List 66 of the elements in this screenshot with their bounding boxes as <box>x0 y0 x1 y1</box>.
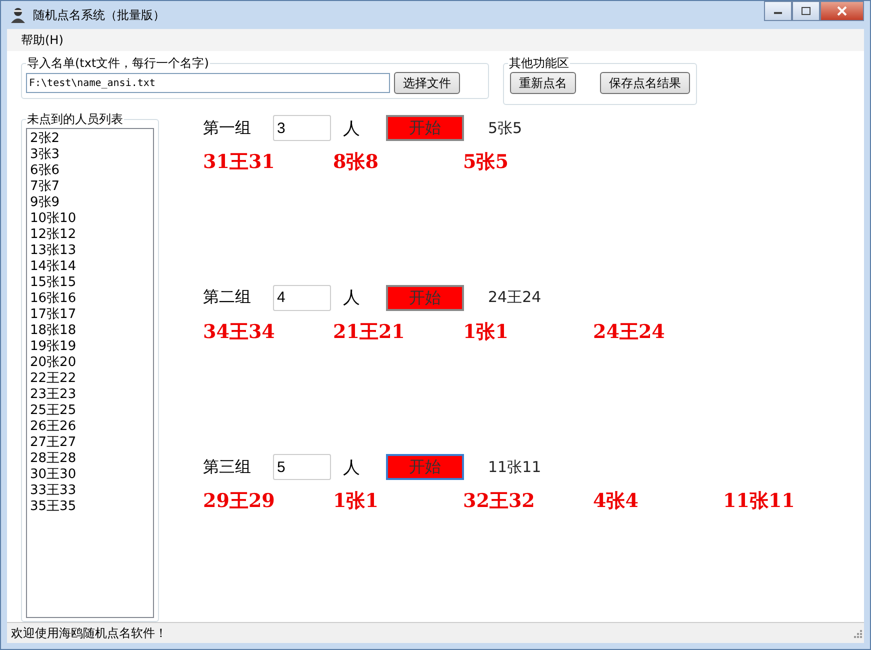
picked-name: 34王34 <box>203 320 276 345</box>
picked-name: 11张11 <box>723 489 796 514</box>
list-item[interactable]: 3张3 <box>30 147 150 163</box>
file-path-field[interactable]: F:\test\name_ansi.txt <box>26 73 390 93</box>
function-button[interactable]: 保存点名结果 <box>600 72 690 94</box>
function-button[interactable]: 重新点名 <box>510 72 576 94</box>
group-legend: 导入名单(txt文件，每行一个名字) <box>26 55 210 72</box>
choose-file-button[interactable]: 选择文件 <box>394 72 460 94</box>
list-item[interactable]: 20张20 <box>30 355 150 371</box>
list-item[interactable]: 15张15 <box>30 275 150 291</box>
maximize-button[interactable] <box>792 1 820 21</box>
list-item[interactable]: 18张18 <box>30 323 150 339</box>
menu-item[interactable]: 帮助(H) <box>15 32 70 48</box>
close-icon <box>836 6 848 16</box>
list-item[interactable]: 27王27 <box>30 435 150 451</box>
picked-name: 8张8 <box>333 150 380 175</box>
picked-name: 21王21 <box>333 320 406 345</box>
count-field[interactable]: 3 <box>273 115 331 141</box>
picked-name: 32王32 <box>463 489 536 514</box>
current-name: 24王24 <box>488 288 542 308</box>
list-item[interactable]: 14张14 <box>30 259 150 275</box>
list-item[interactable]: 2张2 <box>30 131 150 147</box>
list-item[interactable]: 30王30 <box>30 467 150 483</box>
group-label: 第三组 <box>203 456 252 478</box>
list-item[interactable]: 25王25 <box>30 403 150 419</box>
group-legend: 未点到的人员列表 <box>26 111 124 128</box>
close-button[interactable] <box>820 1 864 21</box>
picked-name: 29王29 <box>203 489 276 514</box>
list-item[interactable]: 12张12 <box>30 227 150 243</box>
list-item[interactable]: 28王28 <box>30 451 150 467</box>
picked-name: 31王31 <box>203 150 276 175</box>
list-item[interactable]: 6张6 <box>30 163 150 179</box>
unit-label: 人 <box>343 287 360 310</box>
window-title: 随机点名系统（批量版） <box>33 6 165 24</box>
list-item[interactable]: 7张7 <box>30 179 150 195</box>
status-text: 欢迎使用海鸥随机点名软件！ <box>11 624 167 642</box>
group-label: 第一组 <box>203 118 252 138</box>
list-item[interactable]: 19张19 <box>30 339 150 355</box>
picked-name: 4张4 <box>593 489 640 514</box>
list-item[interactable]: 9张9 <box>30 195 150 211</box>
unit-label: 人 <box>343 118 360 140</box>
picked-name: 24王24 <box>593 320 666 345</box>
current-name: 5张5 <box>488 118 522 138</box>
list-item[interactable]: 13张13 <box>30 243 150 259</box>
unit-label: 人 <box>343 456 360 479</box>
list-item[interactable]: 35王35 <box>30 499 150 515</box>
person-icon <box>9 6 27 24</box>
list-item[interactable]: 22王22 <box>30 371 150 387</box>
list-item[interactable]: 26王26 <box>30 419 150 435</box>
minimize-button[interactable] <box>764 1 792 21</box>
resize-grip-icon <box>852 628 862 638</box>
name-listbox[interactable]: 2张2 3张3 6张6 7张7 9张9 10张10 12张12 13张13 14张14 15张15 16张16 17张17 18张18 19张19 20张20 22王22 23王23 25王25 26王26 27王27 28王28 30王30 33王33 35王35 <box>26 128 154 618</box>
group-label: 第二组 <box>203 287 252 308</box>
group-legend: 其他功能区 <box>508 55 570 72</box>
current-name: 11张11 <box>488 458 542 477</box>
count-field[interactable]: 5 <box>273 454 331 480</box>
list-item[interactable]: 23王23 <box>30 387 150 403</box>
list-item[interactable]: 10张10 <box>30 211 150 227</box>
picked-name: 1张1 <box>333 489 380 514</box>
picked-name: 5张5 <box>463 150 510 175</box>
list-item[interactable]: 33王33 <box>30 483 150 499</box>
maximize-icon <box>801 7 811 15</box>
list-item[interactable]: 16张16 <box>30 291 150 307</box>
list-item[interactable]: 17张17 <box>30 307 150 323</box>
count-field[interactable]: 4 <box>273 284 331 311</box>
picked-name: 1张1 <box>463 320 510 345</box>
